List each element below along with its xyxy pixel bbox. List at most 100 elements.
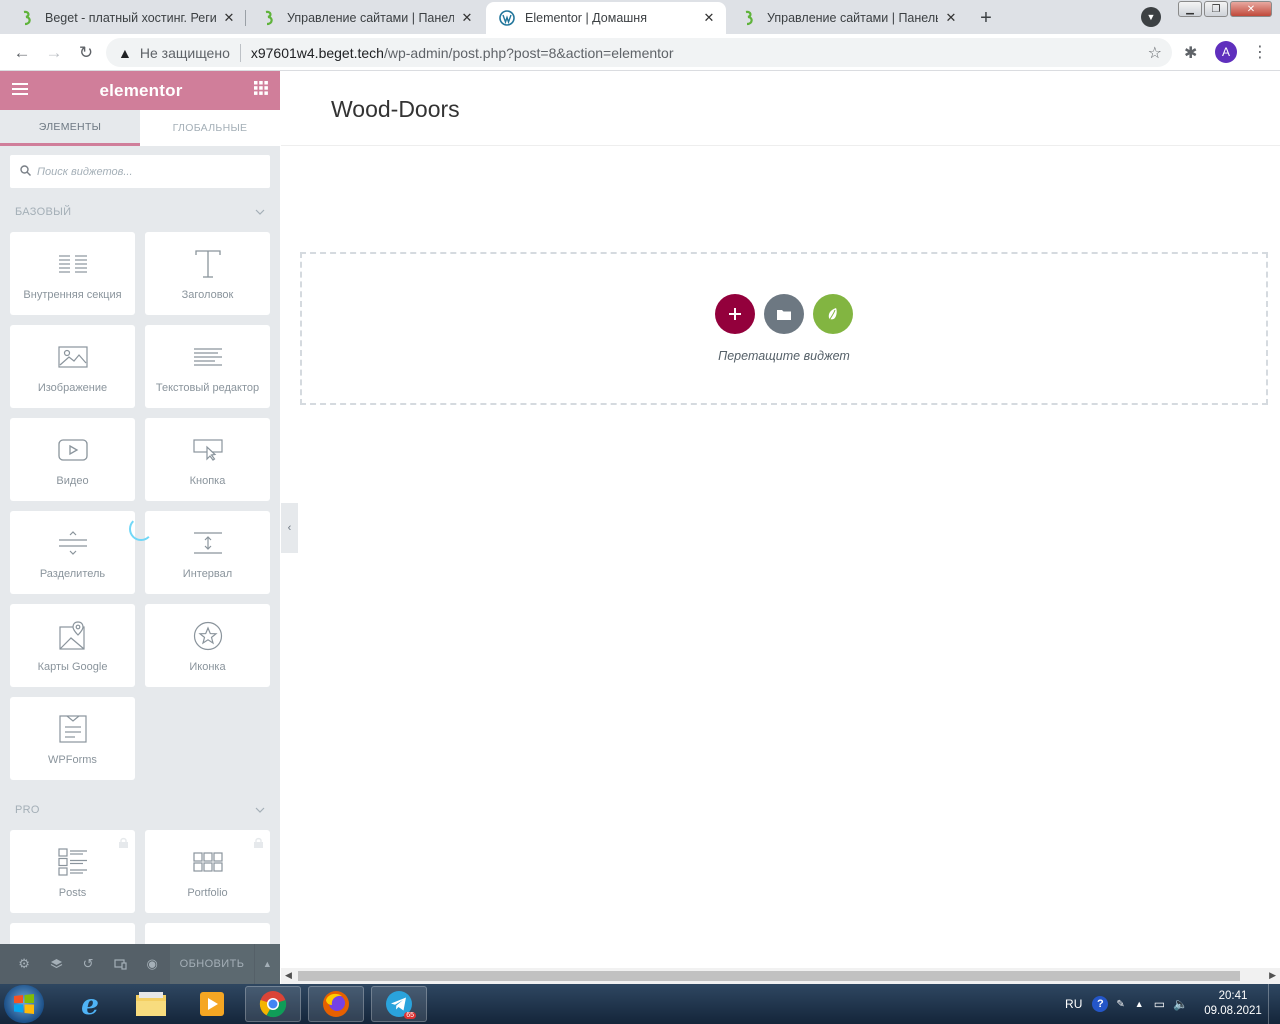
widget-icon[interactable]: Иконка xyxy=(145,604,270,687)
network-icon[interactable]: ▭ xyxy=(1154,997,1165,1011)
clock[interactable]: 20:41 09.08.2021 xyxy=(1198,989,1268,1019)
widget-spacer[interactable]: Интервал xyxy=(145,511,270,594)
star-icon xyxy=(193,618,223,654)
category-basic-header[interactable]: БАЗОВЫЙ xyxy=(0,192,280,232)
firefox-icon[interactable] xyxy=(308,986,364,1022)
close-window-button[interactable]: ✕ xyxy=(1230,1,1272,17)
forward-arrow-icon[interactable]: → xyxy=(42,41,66,65)
volume-icon[interactable]: 🔈 xyxy=(1173,997,1188,1011)
widget-label: Интервал xyxy=(182,568,233,580)
window-controls: ▁ ❐ ✕ xyxy=(1178,1,1272,17)
language-indicator[interactable]: RU xyxy=(1065,997,1082,1011)
widget-label: Кнопка xyxy=(189,475,226,487)
empty-section-dropzone[interactable]: Перетащите виджет xyxy=(300,252,1268,405)
widget-label: Видео xyxy=(56,475,89,487)
address-bar[interactable]: ▲ Не защищено x97601w4.beget.tech /wp-ad… xyxy=(106,38,1172,67)
scroll-left-arrow-icon[interactable]: ◀ xyxy=(285,970,292,981)
close-tab-icon[interactable]: ✕ xyxy=(702,10,716,26)
widget-portfolio[interactable]: Portfolio xyxy=(145,830,270,913)
tab-search-icon[interactable]: ▼ xyxy=(1141,7,1161,27)
widget-label: Заголовок xyxy=(181,289,234,301)
pen-icon[interactable]: ✎ xyxy=(1116,999,1124,1010)
widget-search-input[interactable]: Поиск виджетов... xyxy=(10,155,270,188)
clock-time: 20:41 xyxy=(1218,990,1248,1002)
panel-tabs: ЭЛЕМЕНТЫ ГЛОБАЛЬНЫЕ xyxy=(0,110,280,146)
media-player-icon[interactable] xyxy=(184,986,240,1022)
reload-icon[interactable]: ↻ xyxy=(74,41,98,65)
help-icon[interactable]: ? xyxy=(1092,996,1109,1012)
new-tab-button[interactable]: + xyxy=(972,4,1000,32)
widget-google-maps[interactable]: Карты Google xyxy=(10,604,135,687)
file-explorer-icon[interactable] xyxy=(123,986,179,1022)
scroll-right-arrow-icon[interactable]: ▶ xyxy=(1269,970,1276,981)
widget-posts[interactable]: Posts xyxy=(10,830,135,913)
close-tab-icon[interactable]: ✕ xyxy=(460,10,474,26)
profile-avatar[interactable]: A xyxy=(1215,41,1237,63)
show-desktop-button[interactable] xyxy=(1268,984,1280,1024)
windows-taskbar: e 65 RU ? ✎ ▲ ▭ 🔈 20:41 09.08.2021 xyxy=(0,984,1280,1024)
beget-icon xyxy=(18,9,36,27)
basic-widgets-grid: Внутренняя секция Заголовок Изображение … xyxy=(0,232,280,780)
save-options-caret-icon[interactable]: ▲ xyxy=(254,944,280,984)
widget-inner-section[interactable]: Внутренняя секция xyxy=(10,232,135,315)
internet-explorer-icon[interactable]: e xyxy=(62,986,118,1022)
widget-divider[interactable]: Разделитель xyxy=(10,511,135,594)
page-title: Wood-Doors xyxy=(331,96,460,122)
update-button[interactable]: ОБНОВИТЬ xyxy=(170,944,254,984)
widget-label: Текстовый редактор xyxy=(155,382,260,394)
tab-beget-hosting[interactable]: Beget - платный хостинг. Регист ✕ xyxy=(6,2,246,34)
preview-eye-icon[interactable]: ◉ xyxy=(136,944,168,984)
history-icon[interactable]: ↺ xyxy=(72,944,104,984)
widget-button[interactable]: Кнопка xyxy=(145,418,270,501)
warning-icon[interactable]: ▲ xyxy=(118,45,132,61)
settings-gear-icon[interactable]: ⚙ xyxy=(8,944,40,984)
spacer-icon xyxy=(193,525,223,561)
responsive-mode-icon[interactable] xyxy=(104,944,136,984)
horizontal-scrollbar[interactable]: ◀ ▶ xyxy=(281,968,1280,984)
google-maps-icon xyxy=(58,618,87,654)
collapse-panel-chevron-icon[interactable]: ‹ xyxy=(281,503,298,553)
navigator-layers-icon[interactable] xyxy=(40,944,72,984)
drop-widget-hint: Перетащите виджет xyxy=(718,349,850,363)
widget-label: Portfolio xyxy=(187,887,228,899)
browser-toolbar: ← → ↻ ▲ Не защищено x97601w4.beget.tech … xyxy=(0,34,1280,71)
video-icon xyxy=(57,432,88,468)
url-host: x97601w4.beget.tech xyxy=(250,44,384,61)
bookmark-star-icon[interactable]: ☆ xyxy=(1148,43,1162,63)
category-title: PRO xyxy=(15,804,40,816)
extensions-puzzle-icon[interactable]: ✱ xyxy=(1184,43,1197,63)
minimize-button[interactable]: ▁ xyxy=(1178,1,1202,17)
widget-text-editor[interactable]: Текстовый редактор xyxy=(145,325,270,408)
close-tab-icon[interactable]: ✕ xyxy=(222,10,236,26)
tab-site-management[interactable]: Управление сайтами | Панель у ✕ xyxy=(248,2,484,34)
tab-global[interactable]: ГЛОБАЛЬНЫЕ xyxy=(140,110,280,146)
widget-wpforms[interactable]: WPForms xyxy=(10,697,135,780)
maximize-button[interactable]: ❐ xyxy=(1204,1,1228,17)
widget-video[interactable]: Видео xyxy=(10,418,135,501)
windows-start-button[interactable] xyxy=(4,985,44,1023)
close-tab-icon[interactable]: ✕ xyxy=(944,10,958,26)
chrome-icon[interactable] xyxy=(245,986,301,1022)
widgets-grid-icon[interactable] xyxy=(254,81,268,100)
hamburger-menu-icon[interactable] xyxy=(12,82,28,100)
browser-menu-icon[interactable]: ⋮ xyxy=(1252,42,1268,62)
tab-site-management-2[interactable]: Управление сайтами | Панель у ✕ xyxy=(728,2,968,34)
envato-kit-leaf-button[interactable] xyxy=(813,294,853,334)
widget-heading[interactable]: Заголовок xyxy=(145,232,270,315)
telegram-icon[interactable]: 65 xyxy=(371,986,427,1022)
tab-elementor[interactable]: Elementor | Домашня ✕ xyxy=(486,2,726,34)
tab-title: Beget - платный хостинг. Регист xyxy=(45,11,216,25)
widget-image[interactable]: Изображение xyxy=(10,325,135,408)
lock-icon xyxy=(253,835,264,848)
tab-title: Elementor | Домашня xyxy=(525,11,647,25)
chevron-down-icon xyxy=(255,804,265,816)
security-label[interactable]: Не защищено xyxy=(140,45,230,61)
category-pro-header[interactable]: PRO xyxy=(0,790,280,830)
back-arrow-icon[interactable]: ← xyxy=(10,41,34,65)
tab-elements[interactable]: ЭЛЕМЕНТЫ xyxy=(0,110,140,146)
add-section-button[interactable] xyxy=(715,294,755,334)
show-hidden-icons-chevron-icon[interactable]: ▲ xyxy=(1135,999,1144,1009)
scrollbar-thumb[interactable] xyxy=(298,971,1240,981)
divider-icon xyxy=(58,525,88,561)
add-template-folder-button[interactable] xyxy=(764,294,804,334)
